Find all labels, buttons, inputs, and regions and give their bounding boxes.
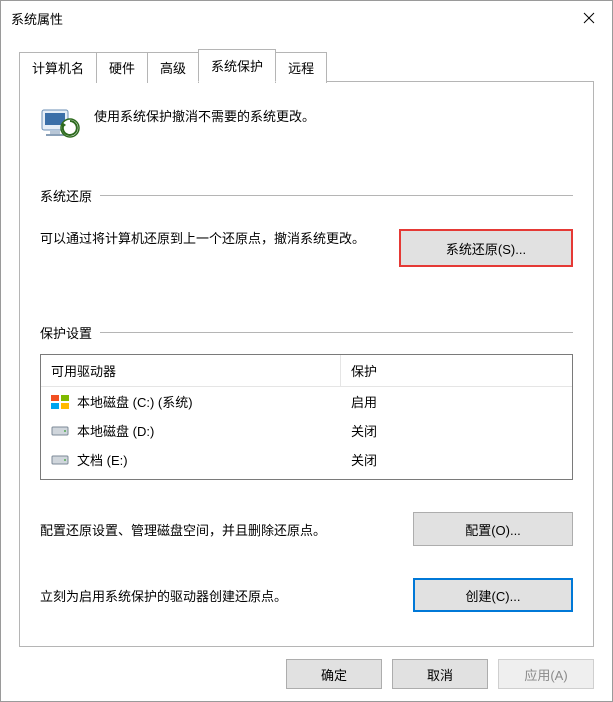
system-restore-button[interactable]: 系统还原(S)...	[399, 229, 573, 267]
tab-hardware[interactable]: 硬件	[96, 52, 148, 83]
create-button-label: 创建(C)...	[466, 586, 521, 605]
drive-name: 本地磁盘 (C:) (系统)	[77, 392, 193, 411]
apply-button-label: 应用(A)	[524, 665, 567, 684]
col-header-drive[interactable]: 可用驱动器	[41, 355, 341, 386]
table-row[interactable]: 本地磁盘 (D:) 关闭	[41, 416, 572, 445]
titlebar: 系统属性	[1, 1, 612, 35]
close-button[interactable]	[566, 3, 612, 33]
configure-button[interactable]: 配置(O)...	[413, 512, 573, 546]
system-properties-window: 系统属性 计算机名 硬件 高级 系统保护 远程	[0, 0, 613, 702]
configure-description: 配置还原设置、管理磁盘空间，并且删除还原点。	[40, 520, 389, 539]
drive-protection: 启用	[341, 390, 572, 413]
window-title: 系统属性	[11, 9, 63, 28]
disk-icon	[51, 453, 69, 467]
drive-protection: 关闭	[341, 448, 572, 471]
restore-description: 可以通过将计算机还原到上一个还原点，撤消系统更改。	[40, 229, 375, 250]
close-icon	[583, 12, 595, 24]
tab-computer-name[interactable]: 计算机名	[19, 52, 97, 83]
drive-table: 可用驱动器 保护 本地磁盘 (C:) (系统) 启用 本地磁盘 (D:)	[40, 354, 573, 480]
tab-remote[interactable]: 远程	[275, 52, 327, 83]
section-restore-title: 系统还原	[40, 186, 573, 205]
create-button[interactable]: 创建(C)...	[413, 578, 573, 612]
divider	[100, 195, 573, 196]
tab-content: 使用系统保护撤消不需要的系统更改。 系统还原 可以通过将计算机还原到上一个还原点…	[19, 82, 594, 647]
configure-row: 配置还原设置、管理磁盘空间，并且删除还原点。 配置(O)...	[40, 512, 573, 546]
create-row: 立刻为启用系统保护的驱动器创建还原点。 创建(C)...	[40, 578, 573, 612]
restore-row: 可以通过将计算机还原到上一个还原点，撤消系统更改。 系统还原(S)...	[40, 229, 573, 267]
intro-row: 使用系统保护撤消不需要的系统更改。	[40, 102, 573, 142]
table-row[interactable]: 本地磁盘 (C:) (系统) 启用	[41, 387, 572, 416]
create-description: 立刻为启用系统保护的驱动器创建还原点。	[40, 586, 389, 605]
tab-advanced[interactable]: 高级	[147, 52, 199, 83]
section-restore-label: 系统还原	[40, 186, 92, 205]
cancel-button-label: 取消	[427, 665, 453, 684]
tab-strip: 计算机名 硬件 高级 系统保护 远程	[1, 35, 612, 82]
ok-button[interactable]: 确定	[286, 659, 382, 689]
system-protection-icon	[40, 102, 80, 142]
drive-name: 本地磁盘 (D:)	[77, 421, 154, 440]
configure-button-label: 配置(O)...	[465, 520, 521, 539]
drive-name: 文档 (E:)	[77, 450, 128, 469]
drive-protection: 关闭	[341, 419, 572, 442]
divider	[100, 332, 573, 333]
col-header-protection[interactable]: 保护	[341, 355, 572, 386]
intro-text: 使用系统保护撤消不需要的系统更改。	[94, 102, 315, 125]
apply-button[interactable]: 应用(A)	[498, 659, 594, 689]
disk-icon	[51, 424, 69, 438]
tab-system-protection[interactable]: 系统保护	[198, 49, 276, 82]
windows-drive-icon	[51, 395, 69, 409]
ok-button-label: 确定	[321, 665, 347, 684]
section-settings-label: 保护设置	[40, 323, 92, 342]
drive-table-header: 可用驱动器 保护	[41, 355, 572, 387]
cancel-button[interactable]: 取消	[392, 659, 488, 689]
footer-button-bar: 确定 取消 应用(A)	[1, 647, 612, 701]
section-settings-title: 保护设置	[40, 323, 573, 342]
table-row[interactable]: 文档 (E:) 关闭	[41, 445, 572, 479]
system-restore-button-label: 系统还原(S)...	[446, 239, 526, 258]
